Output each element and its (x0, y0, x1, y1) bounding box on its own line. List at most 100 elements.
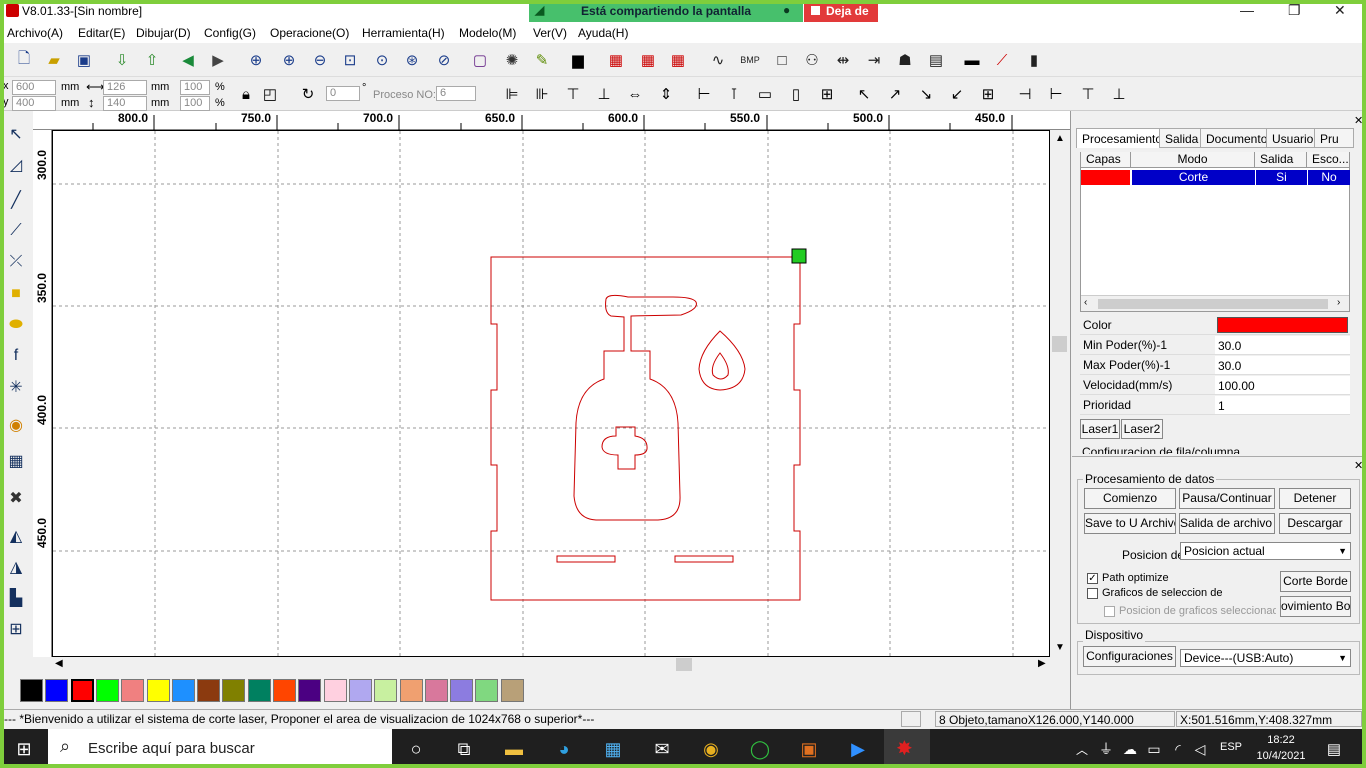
ellipse-icon[interactable]: ⬬ (5, 314, 27, 336)
menu-herramienta[interactable]: Herramienta(H) (362, 26, 445, 40)
edge-icon[interactable]: ◕ (550, 735, 578, 763)
selection-handle[interactable] (791, 248, 807, 264)
delete-icon[interactable]: ✖ (5, 487, 27, 509)
rectangle-tool-icon[interactable]: □ (770, 48, 794, 72)
rectangle-icon[interactable]: ■ (5, 283, 27, 305)
stop-button[interactable]: Detener (1279, 488, 1351, 509)
menu-editar[interactable]: Editar(E) (78, 26, 125, 40)
palette-swatch[interactable] (450, 679, 474, 702)
tab-procesamiento[interactable]: Procesamiento (1076, 128, 1169, 148)
align-left-icon[interactable]: ⊫ (500, 82, 524, 106)
mail-icon[interactable]: ✉ (648, 735, 676, 763)
move-bottom-left-icon[interactable]: ↙ (945, 82, 969, 106)
move-top-left-icon[interactable]: ↖ (852, 82, 876, 106)
graphics-selection-checkbox[interactable] (1087, 588, 1098, 599)
layer-output-cell[interactable]: Si (1256, 170, 1307, 185)
network-icon[interactable]: ⚇ (800, 48, 824, 72)
same-size-icon[interactable]: ⊞ (815, 82, 839, 106)
position-select[interactable]: Posicion actual ▼ (1180, 542, 1351, 560)
mirror-h-icon[interactable]: ◭ (5, 525, 27, 547)
priority-field[interactable]: 1 (1215, 396, 1350, 414)
pause-button[interactable]: Pausa/Continuar (1179, 488, 1275, 509)
laser-app-taskbar-item[interactable]: ✸ (884, 729, 930, 768)
grid-fill-icon[interactable]: ▦ (5, 450, 27, 472)
tab-documento[interactable]: Documento (1200, 128, 1274, 148)
export-icon[interactable]: ⇧ (140, 48, 164, 72)
menu-dibujar[interactable]: Dibujar(D) (136, 26, 191, 40)
new-file-icon[interactable]: 🗋 (12, 48, 36, 72)
lock-icon[interactable]: 🔒︎ (234, 82, 258, 106)
array-icon-1[interactable]: ▦ (604, 48, 628, 72)
taskbar-search[interactable]: ⌕ Escribe aquí para buscar (48, 729, 392, 768)
mirror-v-icon[interactable]: ◮ (5, 556, 27, 578)
laser2-tab[interactable]: Laser2 (1121, 419, 1163, 439)
laser1-tab[interactable]: Laser1 (1080, 419, 1120, 439)
zoom-in-icon[interactable]: ⊕ (277, 48, 301, 72)
text-tool-icon[interactable]: f (5, 345, 27, 367)
palette-swatch[interactable] (146, 679, 170, 702)
device-select[interactable]: Device---(USB:Auto) ▼ (1180, 649, 1351, 667)
proportion-icon[interactable]: ◰ (258, 82, 282, 106)
path-optimize-checkbox[interactable]: ✓ (1087, 573, 1098, 584)
tab-usuario[interactable]: Usuario (1266, 128, 1320, 148)
top-edge-icon[interactable]: ⊤ (1076, 82, 1100, 106)
language-indicator[interactable]: ESP (1220, 741, 1242, 753)
menu-ayuda[interactable]: Ayuda(H) (578, 26, 628, 40)
curve-icon[interactable]: ∿ (706, 48, 730, 72)
download-button[interactable]: Descargar (1279, 513, 1351, 534)
tray-icon[interactable]: ☗ (893, 48, 917, 72)
min-power-field[interactable]: 30.0 (1215, 336, 1350, 354)
zoom-page-icon[interactable]: ⊡ (338, 48, 362, 72)
u-file-output-button[interactable]: Salida de archivo U (1179, 513, 1275, 534)
import-icon[interactable]: ⇩ (110, 48, 134, 72)
palette-swatch[interactable] (197, 679, 221, 702)
palette-swatch[interactable] (298, 679, 322, 702)
height-input[interactable]: 140 (103, 96, 147, 111)
align-top-icon[interactable]: ⊤ (561, 82, 585, 106)
vscroll-thumb[interactable] (1052, 336, 1067, 352)
move-top-right-icon[interactable]: ↗ (883, 82, 907, 106)
node-select-icon[interactable]: ◿ (5, 154, 27, 176)
start-button[interactable]: Comienzo (1084, 488, 1176, 509)
align-right-icon[interactable]: ⊪ (530, 82, 554, 106)
center-h-icon[interactable]: ⇔ (623, 82, 647, 106)
save-icon[interactable]: ▣ (72, 48, 96, 72)
bmp-icon[interactable]: BMP (738, 48, 762, 72)
same-height-icon[interactable]: ▯ (784, 82, 808, 106)
palette-swatch[interactable] (95, 679, 119, 702)
palette-swatch[interactable] (121, 679, 145, 702)
max-power-field[interactable]: 30.0 (1215, 356, 1350, 374)
horizontal-scrollbar[interactable]: ◀ ▶ (52, 657, 1050, 672)
tab-pru[interactable]: Pru (1314, 128, 1354, 148)
undo-icon[interactable]: ◀ (176, 48, 200, 72)
file-explorer-icon[interactable]: ▬ (500, 735, 528, 763)
palette-swatch[interactable] (323, 679, 347, 702)
move-bottom-right-icon[interactable]: ↘ (914, 82, 938, 106)
palette-swatch[interactable] (45, 679, 69, 702)
minimize-icon[interactable]: — (1240, 2, 1254, 18)
palette-swatch[interactable] (20, 679, 43, 702)
rotate-icon[interactable]: ↻ (296, 82, 320, 106)
select-arrow-icon[interactable]: ↖ (5, 123, 27, 145)
move-border-button[interactable]: ovimiento Bord (1280, 596, 1351, 617)
palette-swatch[interactable] (171, 679, 195, 702)
palette-swatch[interactable] (70, 679, 94, 702)
rotate-input[interactable]: 0 (326, 86, 360, 101)
menu-archivo[interactable]: Archivo(A) (7, 26, 63, 40)
scale-y-input[interactable]: 100 (180, 96, 210, 111)
polyline-tool-icon[interactable]: ⟋ (5, 220, 27, 242)
palette-swatch[interactable] (399, 679, 423, 702)
curve-tool-icon[interactable]: ⤫ (5, 251, 27, 273)
select-frame-icon[interactable]: ▢ (468, 48, 492, 72)
tab-salida[interactable]: Salida (1159, 128, 1205, 148)
taskbar-clock[interactable]: 18:22 10/4/2021 (1256, 732, 1306, 764)
bottom-edge-icon[interactable]: ⊥ (1107, 82, 1131, 106)
windows-start-icon[interactable]: ⊞ (10, 735, 38, 763)
ruler-icon[interactable]: ▮ (1022, 48, 1046, 72)
zoom-select-icon[interactable]: ⊙ (370, 48, 394, 72)
redo-icon[interactable]: ▶ (206, 48, 230, 72)
graphics-position-checkbox[interactable] (1104, 606, 1115, 617)
scale-x-input[interactable]: 100 (180, 80, 210, 95)
zoom-app-icon[interactable]: ▶ (844, 735, 872, 763)
array-icon-2[interactable]: ▦ (636, 48, 660, 72)
